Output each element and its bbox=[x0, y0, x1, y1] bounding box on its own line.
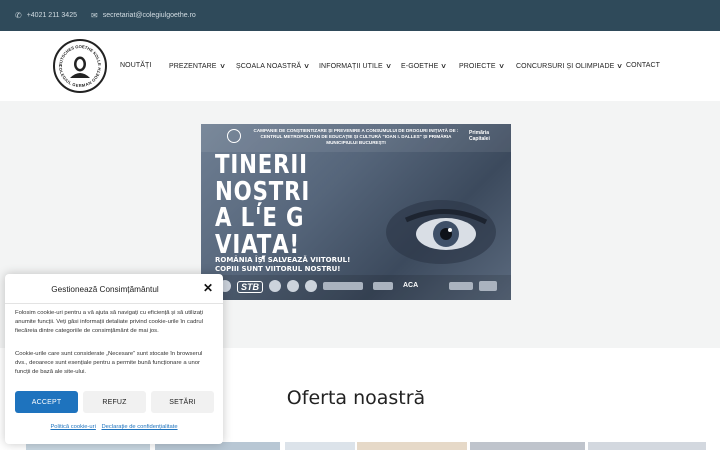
nav-item-label: CONCURSURI ȘI OLIMPIADE bbox=[516, 62, 615, 70]
subtitle-line: ROMÂNIA ÎȘI SALVEAZĂ VIITORUL! bbox=[215, 256, 351, 264]
nav-item-contact[interactable]: CONTACT bbox=[626, 62, 660, 69]
gallery-image[interactable] bbox=[470, 442, 585, 450]
sponsor-logo-icon bbox=[305, 280, 317, 292]
email-address[interactable]: secretariat@colegiulgoethe.ro bbox=[103, 12, 196, 19]
gallery-image[interactable] bbox=[588, 442, 706, 450]
divider bbox=[5, 303, 223, 304]
eye-image-icon bbox=[386, 200, 496, 264]
sponsor-logo-icon bbox=[269, 280, 281, 292]
chevron-down-icon: ∨ bbox=[440, 63, 448, 70]
poster-headline: TINERII NOȘTRI A L'E G VIAȚA! bbox=[215, 152, 310, 258]
chevron-down-icon: ∨ bbox=[303, 63, 311, 70]
nav-item-prezentare[interactable]: PREZENTARE ∨ bbox=[169, 62, 226, 71]
phone-number[interactable]: +4021 211 3425 bbox=[27, 12, 77, 19]
nav-item-label: CONTACT bbox=[626, 62, 661, 69]
seal-icon bbox=[227, 129, 241, 143]
privacy-statement-link[interactable]: Declarație de confidențialitate bbox=[102, 424, 178, 430]
sponsor-logo-icon bbox=[373, 282, 393, 290]
nav-item-label: E-GOETHE bbox=[401, 62, 439, 70]
accept-button[interactable]: ACCEPT bbox=[15, 391, 78, 413]
phone-icon: ✆ bbox=[15, 10, 22, 20]
cookie-policy-link[interactable]: Politică cookie-uri bbox=[50, 424, 95, 430]
nav-item-e-goethe[interactable]: E-GOETHE ∨ bbox=[401, 62, 448, 71]
chevron-down-icon: ∨ bbox=[616, 63, 624, 70]
cookie-necessary-description: Cookie-urile care sunt considerate „Nece… bbox=[15, 351, 203, 375]
email-contact[interactable]: ✉ secretariat@colegiulgoethe.ro bbox=[91, 10, 196, 20]
poster-header-text: CAMPANIE DE CONȘTIENTIZARE ȘI PREVENIRE … bbox=[253, 128, 459, 146]
nav-item-label: PROIECTE bbox=[459, 62, 496, 70]
phone-contact[interactable]: ✆ +4021 211 3425 bbox=[15, 10, 77, 20]
sponsor-logo-icon bbox=[449, 282, 473, 290]
main-navbar: DEUTSCHES GOETHE KOLLEG COLEGIUL GERMAN … bbox=[0, 31, 720, 101]
top-contact-bar: ✆ +4021 211 3425 ✉ secretariat@colegiulg… bbox=[0, 0, 720, 31]
nav-item-școala-noastră[interactable]: ȘCOALA NOASTRĂ ∨ bbox=[236, 62, 311, 71]
sponsor-logo-icon bbox=[287, 280, 299, 292]
cookie-dialog-title: Gestionează Consimțământul bbox=[51, 285, 159, 294]
chevron-down-icon: ∨ bbox=[385, 63, 392, 70]
nav-item-label: INFORMAȚII UTILE bbox=[319, 62, 383, 70]
nav-item-informații-utile[interactable]: INFORMAȚII UTILE ∨ bbox=[319, 62, 392, 71]
settings-button[interactable]: SETĂRI bbox=[151, 391, 214, 413]
poster-capital-label: Primăria Capitalei bbox=[469, 130, 490, 142]
headline-line: A L'E G bbox=[215, 203, 305, 234]
close-icon[interactable]: ✕ bbox=[203, 282, 213, 294]
envelope-icon: ✉ bbox=[91, 10, 98, 20]
subtitle-line: COPIII SUNT VIITORUL NOSTRU! bbox=[215, 265, 341, 274]
chevron-down-icon: ∨ bbox=[218, 63, 226, 70]
poster-subtitle: ROMÂNIA ÎȘI SALVEAZĂ VIITORUL! COPIII SU… bbox=[215, 256, 350, 275]
gallery-image[interactable] bbox=[285, 442, 355, 450]
nav-item-label: ȘCOALA NOASTRĂ bbox=[236, 62, 302, 70]
cookie-links: Politică cookie-uri Declarație de confid… bbox=[5, 424, 223, 430]
headline-line: VIAȚA! bbox=[215, 229, 300, 260]
sponsor-logo-aca: ACA bbox=[403, 282, 419, 289]
headline-line: TINERII bbox=[215, 150, 308, 180]
cookie-description: Folosim cookie-uri pentru a vă ajuta să … bbox=[15, 310, 203, 334]
campaign-poster[interactable]: CAMPANIE DE CONȘTIENTIZARE ȘI PREVENIRE … bbox=[201, 124, 511, 300]
sponsor-logo-icon bbox=[323, 282, 363, 290]
nav-item-label: NOUTĂȚI bbox=[120, 62, 152, 69]
headline-line: NOȘTRI bbox=[215, 176, 311, 207]
nav-item-proiecte[interactable]: PROIECTE ∨ bbox=[459, 62, 505, 71]
nav-item-concursuri-și-olimpiade[interactable]: CONCURSURI ȘI OLIMPIADE ∨ bbox=[516, 62, 624, 71]
sponsor-logo-icon bbox=[479, 281, 497, 291]
logo-emblem-icon: DEUTSCHES GOETHE KOLLEG COLEGIUL GERMAN … bbox=[53, 37, 102, 88]
nav-item-noutăți[interactable]: NOUTĂȚI bbox=[120, 62, 151, 69]
sponsor-logo-stb: STB bbox=[237, 281, 263, 293]
gallery-image[interactable] bbox=[357, 442, 467, 450]
cookie-consent-dialog: Gestionează Consimțământul ✕ Folosim coo… bbox=[5, 274, 223, 444]
deny-button[interactable]: REFUZ bbox=[83, 391, 146, 413]
school-logo[interactable]: DEUTSCHES GOETHE KOLLEG COLEGIUL GERMAN … bbox=[53, 37, 107, 93]
nav-item-label: PREZENTARE bbox=[169, 62, 217, 70]
chevron-down-icon: ∨ bbox=[497, 63, 505, 70]
